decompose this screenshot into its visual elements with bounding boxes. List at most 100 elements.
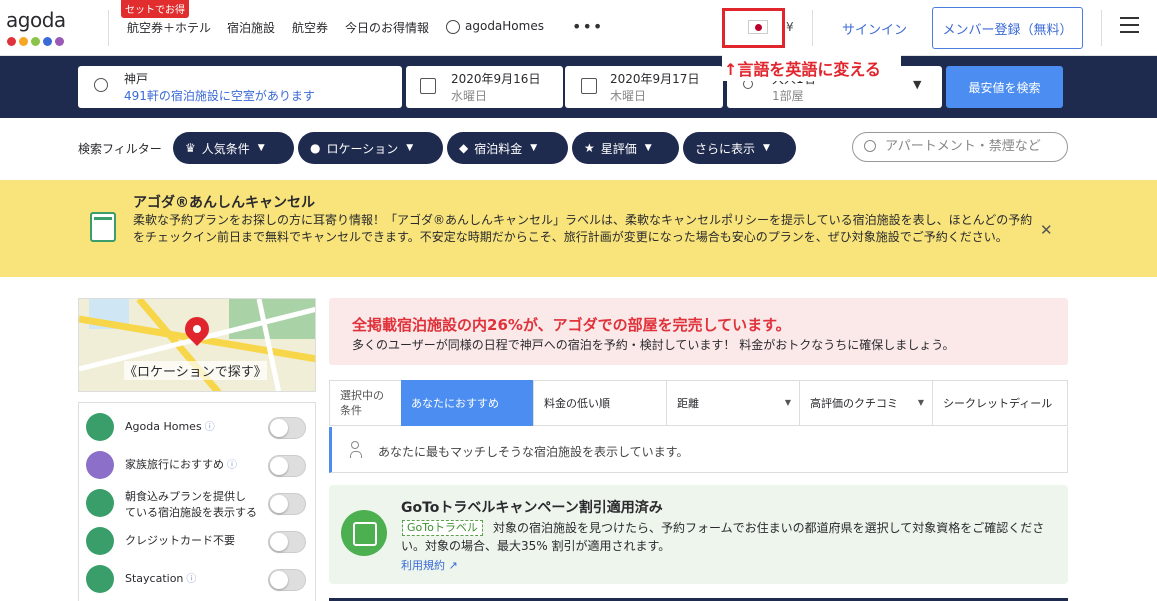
chevron-down-icon: ▼ <box>917 398 924 407</box>
signin-link[interactable]: サインイン <box>842 19 907 38</box>
filter-more-label: さらに表示 <box>695 141 756 156</box>
japan-flag-icon[interactable] <box>748 20 768 34</box>
search-button[interactable]: 最安値を検索 <box>946 66 1063 108</box>
sort-reviews-label: 高評価のクチコミ <box>810 397 898 410</box>
info-icon[interactable]: ⓘ <box>227 460 237 471</box>
nav-todays-deals[interactable]: 今日のお得情報 <box>345 19 429 36</box>
chevron-down-icon: ▼ <box>257 143 265 153</box>
sort-distance[interactable]: 距離 ▼ <box>667 380 800 426</box>
destination-input[interactable]: 神戸 491軒の宿泊施設に空室があります <box>78 66 402 108</box>
divider <box>108 10 109 46</box>
logo-dot <box>19 37 28 46</box>
goto-text: 対象の宿泊施設を見つけたら、予約フォームでお住まいの都道府県を選択して対象資格を… <box>401 521 1045 553</box>
sort-top-reviewed[interactable]: 高評価のクチコミ ▼ <box>800 380 933 426</box>
star-icon: ★ <box>584 141 595 155</box>
chevron-down-icon: ▼ <box>763 143 770 153</box>
checkin-date: 2020年9月16日 <box>451 72 541 86</box>
destination-value: 神戸 <box>124 72 149 86</box>
sort-secret-deals[interactable]: シークレットディール <box>933 380 1068 426</box>
filter-popular[interactable]: ♛ 人気条件 ▼ <box>173 132 294 164</box>
chevron-down-icon: ▼ <box>784 398 791 407</box>
chevron-down-icon: ▼ <box>406 143 414 153</box>
price-tag-icon: ◆ <box>459 141 469 155</box>
filter-breakfast-label: 朝食込みプランを提供し ている宿泊施設を表示する <box>125 490 257 519</box>
nav-flights[interactable]: 航空券 <box>292 19 328 36</box>
person-icon <box>350 441 362 458</box>
checkin-day: 水曜日 <box>451 89 488 103</box>
filter-location[interactable]: ● ロケーション ▼ <box>298 132 443 164</box>
logo-dot <box>31 37 40 46</box>
filter-no-credit-card-label: クレジットカード不要 <box>125 534 235 547</box>
filter-price-label: 宿泊料金 <box>474 141 523 156</box>
map-search-label: 《ロケーションで探す》 <box>124 361 267 380</box>
close-icon[interactable]: ✕ <box>1040 221 1053 239</box>
calendar-checkout-icon <box>581 78 597 94</box>
logo-dots <box>7 37 64 46</box>
search-icon <box>94 78 108 92</box>
info-icon[interactable]: ⓘ <box>205 422 215 433</box>
match-info-text: あなたに最もマッチしそうな宿泊施設を表示しています。 <box>378 445 689 459</box>
filter-price[interactable]: ◆ 宿泊料金 ▼ <box>447 132 568 164</box>
divider <box>1101 10 1102 46</box>
hamburger-menu-icon[interactable] <box>1120 17 1139 38</box>
filter-search-input[interactable]: アパートメント・禁煙など <box>852 132 1068 162</box>
goto-title: GoToトラベルキャンペーン割引適用済み <box>401 500 663 516</box>
building-icon <box>86 565 114 593</box>
banner-text: 柔軟な予約プランをお探しの方に耳寄り情報！「アゴダ®あんしんキャンセル」ラベルは… <box>133 213 1033 244</box>
deal-badge: セットでお得 <box>121 0 189 18</box>
sort-recommended[interactable]: あなたにおすすめ <box>401 380 534 426</box>
toggle-switch[interactable] <box>268 455 306 477</box>
filter-label: 検索フィルター <box>78 142 162 156</box>
toggle-switch[interactable] <box>268 493 306 515</box>
terms-link[interactable]: 利用規約 ↗ <box>401 557 458 573</box>
location-pin-icon: ● <box>310 141 321 155</box>
logo-dot <box>55 37 64 46</box>
thumbs-up-icon: ♛ <box>185 141 196 155</box>
rooms-count: 1部屋 <box>772 89 804 103</box>
sort-distance-label: 距離 <box>677 397 699 410</box>
home-icon <box>86 413 114 441</box>
filter-star-rating[interactable]: ★ 星評価 ▼ <box>572 132 679 164</box>
availability-text: 491軒の宿泊施設に空室があります <box>124 89 315 103</box>
checkin-date-field[interactable]: 2020年9月16日 水曜日 <box>406 66 563 108</box>
alert-text: 多くのユーザーが同様の日程で神戸への宿泊を予約・検討しています！ 料金がおトクな… <box>352 338 955 352</box>
chevron-down-icon: ▼ <box>644 143 652 153</box>
banner-title: アゴダ®あんしんキャンセル <box>133 195 315 211</box>
toggle-switch[interactable] <box>268 531 306 553</box>
coffee-cup-icon <box>86 489 114 517</box>
nav-accommodation[interactable]: 宿泊施設 <box>227 19 275 36</box>
goto-discount-icon <box>341 510 387 556</box>
logo-dot <box>43 37 52 46</box>
sort-lowest-price[interactable]: 料金の低い順 <box>534 380 667 426</box>
agoda-logo[interactable]: agoda <box>6 8 66 32</box>
annotation-change-language: ↑言語を英語に変える <box>722 55 901 81</box>
nav-flight-hotel[interactable]: 航空券＋ホテル <box>127 19 211 36</box>
nav-agoda-homes[interactable]: agodaHomes <box>465 19 544 33</box>
filter-location-label: ロケーション <box>326 141 399 156</box>
filter-staycation-label: Staycation ⓘ <box>125 572 197 585</box>
chevron-down-icon: ▼ <box>530 143 538 153</box>
more-menu-icon[interactable]: ••• <box>572 17 603 36</box>
filter-popular-label: 人気条件 <box>201 141 250 156</box>
divider <box>812 10 813 46</box>
calendar-checkin-icon <box>420 78 436 94</box>
filter-search-placeholder: アパートメント・禁煙など <box>885 139 1041 154</box>
goto-travel-tag: GoToトラベル <box>402 520 483 536</box>
toggle-switch[interactable] <box>268 417 306 439</box>
checkout-day: 木曜日 <box>610 89 647 103</box>
filter-agoda-homes-label: Agoda Homes ⓘ <box>125 420 215 433</box>
filter-family-label: 家族旅行におすすめ ⓘ <box>125 458 237 471</box>
filter-more[interactable]: さらに表示 ▼ <box>683 132 796 164</box>
register-button[interactable]: メンバー登録（無料） <box>932 7 1083 49</box>
map-search-card[interactable]: 《ロケーションで探す》 <box>78 298 316 392</box>
family-icon <box>86 451 114 479</box>
toggle-switch[interactable] <box>268 569 306 591</box>
search-icon <box>864 140 876 152</box>
currency-selector[interactable]: ¥ <box>786 20 794 34</box>
calendar-check-icon <box>90 212 116 242</box>
checkout-date-field[interactable]: 2020年9月17日 木曜日 <box>565 66 723 108</box>
chevron-down-icon: ▼ <box>913 78 922 91</box>
alert-title: 全掲載宿泊施設の内26%が、アゴダでの部屋を完売しています。 <box>352 316 791 334</box>
sort-current-label: 選択中の 条件 <box>340 389 384 417</box>
info-icon[interactable]: ⓘ <box>186 574 196 585</box>
